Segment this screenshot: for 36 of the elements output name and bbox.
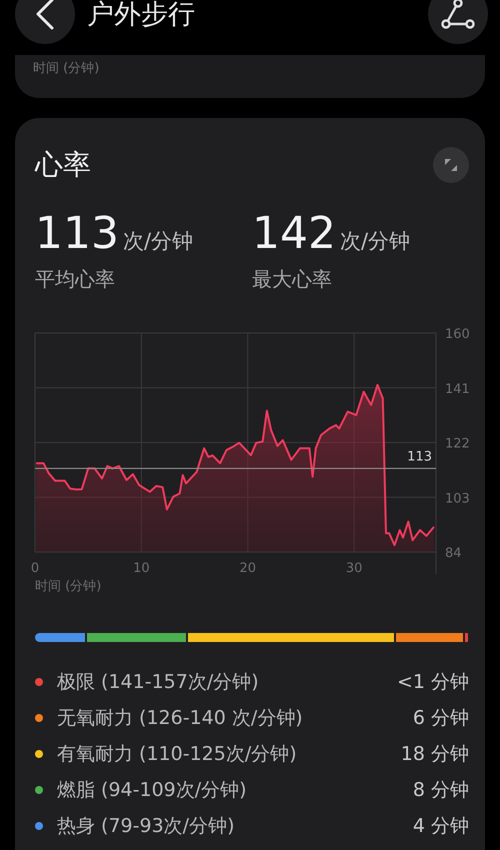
y-tick-label: 103 (445, 491, 470, 506)
y-tick-label: 160 (445, 327, 470, 342)
y-tick-label: 122 (445, 436, 470, 452)
x-tick-label: 20 (239, 561, 256, 576)
y-tick-label: 141 (445, 382, 470, 397)
x-tick-label: 10 (133, 561, 150, 576)
zone-label: 有氧耐力 (110-125次/分钟) (57, 742, 297, 767)
zone-label: 无氧耐力 (126-140 次/分钟) (57, 706, 303, 731)
route-nodes-icon (441, 0, 475, 30)
zone-label: 极限 (141-157次/分钟) (57, 670, 259, 695)
axis-label: 时间 (分钟) (33, 60, 100, 77)
back-icon (34, 0, 56, 31)
zone-duration: 4 分钟 (412, 814, 469, 839)
zone-duration: 18 分钟 (400, 742, 469, 767)
zone-label: 燃脂 (94-109次/分钟) (57, 778, 247, 803)
route-button[interactable] (428, 0, 488, 44)
zone-duration: 8 分钟 (412, 778, 469, 803)
stat-value: 142 (252, 212, 336, 256)
x-tick-label: 30 (346, 561, 362, 576)
stat-unit: 次/分钟 (340, 228, 410, 255)
average-label: 113 (407, 449, 432, 464)
zone-label: 热身 (79-93次/分钟) (57, 814, 234, 839)
stat-unit: 次/分钟 (122, 228, 194, 255)
back-button[interactable] (15, 0, 75, 44)
expand-icon (444, 158, 458, 172)
expand-button[interactable] (433, 147, 469, 183)
y-tick-label: 84 (445, 546, 462, 561)
zone-duration: <1 分钟 (396, 670, 469, 695)
stat-label: 平均心率 (35, 266, 116, 293)
page-title: 户外步行 (87, 0, 195, 32)
stat-value: 113 (35, 212, 119, 256)
card-title: 心率 (35, 147, 91, 183)
stat-label: 最大心率 (252, 266, 333, 293)
zone-duration: 6 分钟 (412, 706, 469, 731)
x-axis-label: 时间 (分钟) (35, 579, 102, 594)
x-tick-label: 0 (30, 561, 40, 576)
